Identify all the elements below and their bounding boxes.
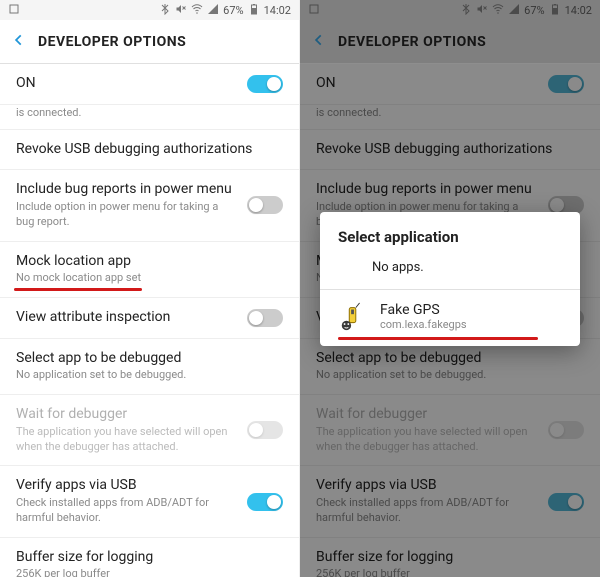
dialog-app-package: com.lexa.fakegps bbox=[380, 318, 467, 331]
row-sub: is connected. bbox=[16, 106, 283, 121]
dialog-no-apps: No apps. bbox=[320, 256, 580, 283]
row-revoke-usb[interactable]: Revoke USB debugging authorizations bbox=[0, 130, 299, 171]
battery-text: 67% bbox=[223, 4, 243, 17]
phone-left: 67% 14:02 DEVELOPER OPTIONS ON is connec… bbox=[0, 0, 300, 577]
dialog-app-item-fakegps[interactable]: Fake GPS com.lexa.fakegps bbox=[320, 290, 580, 346]
row-title: Wait for debugger bbox=[16, 406, 237, 424]
dialog-app-name: Fake GPS bbox=[380, 302, 467, 318]
row-verify-apps[interactable]: Verify apps via USB Check installed apps… bbox=[0, 466, 299, 537]
settings-list: ON is connected. Revoke USB debugging au… bbox=[0, 64, 299, 577]
row-connected: is connected. bbox=[0, 105, 299, 130]
page-title: DEVELOPER OPTIONS bbox=[38, 34, 186, 50]
select-application-dialog: Select application No apps. bbox=[320, 212, 580, 346]
bluetooth-icon bbox=[159, 3, 171, 18]
toggle-view-attribute[interactable] bbox=[247, 309, 283, 327]
fake-gps-icon bbox=[338, 302, 368, 332]
row-wait-debugger: Wait for debugger The application you ha… bbox=[0, 395, 299, 466]
signal-icon bbox=[207, 3, 219, 18]
row-on[interactable]: ON bbox=[0, 64, 299, 105]
row-view-attribute[interactable]: View attribute inspection bbox=[0, 298, 299, 339]
toggle-on[interactable] bbox=[247, 75, 283, 93]
status-bar: 67% 14:02 bbox=[0, 0, 299, 20]
toggle-wait-debugger bbox=[247, 421, 283, 439]
row-sub: No mock location app set bbox=[16, 271, 283, 286]
back-icon[interactable] bbox=[12, 31, 26, 52]
row-sub: Check installed apps from ADB/ADT for ha… bbox=[16, 496, 237, 526]
battery-icon bbox=[248, 3, 260, 18]
row-buffer-size[interactable]: Buffer size for logging 256K per log buf… bbox=[0, 538, 299, 577]
row-sub: Include option in power menu for taking … bbox=[16, 200, 237, 230]
app-bar: DEVELOPER OPTIONS bbox=[0, 20, 299, 64]
row-sub: No application set to be debugged. bbox=[16, 368, 283, 383]
highlight-underline bbox=[14, 288, 142, 291]
dialog-overlay[interactable]: Select application No apps. bbox=[300, 0, 600, 577]
row-title: View attribute inspection bbox=[16, 309, 237, 327]
row-sub: 256K per log buffer bbox=[16, 567, 283, 577]
row-title: Select app to be debugged bbox=[16, 350, 283, 368]
highlight-underline bbox=[338, 337, 538, 340]
clock-text: 14:02 bbox=[264, 4, 291, 17]
row-title: Revoke USB debugging authorizations bbox=[16, 141, 283, 159]
row-mock-location[interactable]: Mock location app No mock location app s… bbox=[0, 242, 299, 298]
row-title: Buffer size for logging bbox=[16, 549, 283, 567]
status-left-icon bbox=[8, 3, 20, 18]
dialog-title: Select application bbox=[320, 212, 580, 256]
toggle-bug-reports[interactable] bbox=[247, 196, 283, 214]
screenshot-pair: 67% 14:02 DEVELOPER OPTIONS ON is connec… bbox=[0, 0, 600, 577]
row-select-debug-app[interactable]: Select app to be debugged No application… bbox=[0, 339, 299, 395]
phone-right: 67% 14:02 DEVELOPER OPTIONS ON is connec… bbox=[300, 0, 600, 577]
row-title: ON bbox=[16, 75, 237, 93]
row-title: Verify apps via USB bbox=[16, 477, 237, 495]
status-right: 67% 14:02 bbox=[159, 3, 291, 18]
mute-icon bbox=[175, 3, 187, 18]
wifi-icon bbox=[191, 3, 203, 18]
row-title: Mock location app bbox=[16, 253, 283, 271]
row-title: Include bug reports in power menu bbox=[16, 181, 237, 199]
row-sub: The application you have selected will o… bbox=[16, 425, 237, 455]
row-bug-reports[interactable]: Include bug reports in power menu Includ… bbox=[0, 170, 299, 241]
toggle-verify-apps[interactable] bbox=[247, 493, 283, 511]
